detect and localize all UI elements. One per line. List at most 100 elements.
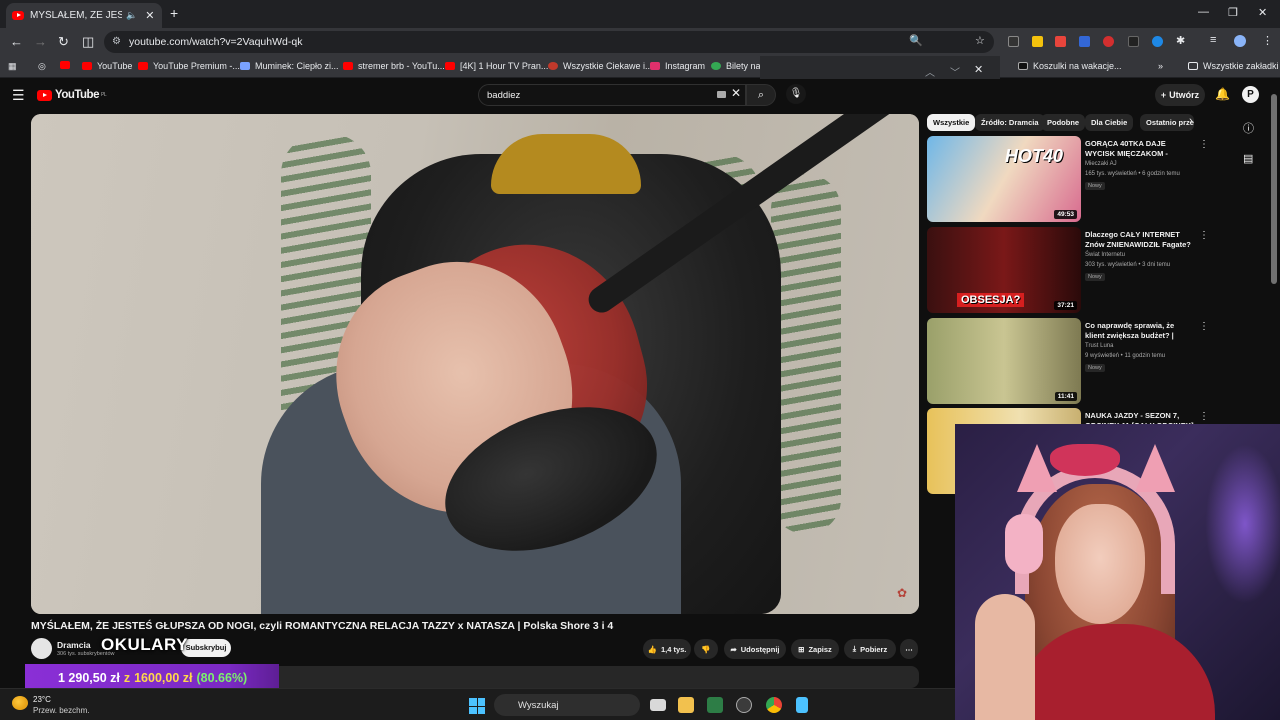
recommendation-item[interactable]: 11:41 Co naprawdę sprawia, że klient zwi… [927,318,1217,404]
extension-icon[interactable] [1008,36,1019,47]
recommendation-channel[interactable]: Mieczaki AJ [1085,161,1117,167]
chip-source[interactable]: Źródło: Dramcia [975,114,1045,131]
video-thumbnail[interactable]: OBSESJA? 37:21 [927,227,1081,313]
voice-search-icon[interactable]: 🎙 [786,84,806,104]
task-view-icon[interactable] [650,699,666,711]
channel-watermark-icon[interactable]: ✿ [897,586,907,600]
bookmark-item[interactable]: YouTube Premium -... [138,61,240,71]
bookmark-star-icon[interactable]: ☆ [975,34,985,47]
keyboard-icon[interactable] [717,91,726,98]
save-button[interactable]: ⊞ Zapisz [791,639,839,659]
bookmark-item[interactable] [60,61,75,69]
maximize-button[interactable]: ❐ [1228,6,1238,19]
extension-icon[interactable] [1079,36,1090,47]
info-icon[interactable]: ⓘ [1243,120,1254,136]
extension-icon[interactable] [1032,36,1043,47]
find-next-icon[interactable]: ﹀ [950,64,960,79]
side-panel-icon[interactable]: ◫ [82,34,94,50]
bookmark-item[interactable]: YouTube [82,61,132,71]
find-prev-icon[interactable]: ︿ [925,64,935,79]
bookmark-item[interactable]: stremer brb - YouTu... [343,61,445,71]
apps-grid-icon[interactable]: ▦ [8,61,17,72]
more-bookmarks-icon[interactable]: » [1158,61,1163,71]
download-button[interactable]: ⤓ Pobierz [844,639,896,659]
bookmark-item[interactable]: Wszystkie zakładki [1188,61,1279,71]
subscribe-button[interactable]: Subskrybuj [181,639,231,657]
bookmark-item[interactable]: Koszulki na wakacje... [1018,61,1122,71]
channel-avatar[interactable] [31,638,52,659]
back-icon[interactable]: ← [10,34,23,49]
extension-icon[interactable] [1055,36,1066,47]
chat-icon[interactable]: ▤ [1243,152,1253,165]
profile-icon[interactable] [1234,35,1246,47]
chip-recent[interactable]: Ostatnio prze [1140,114,1194,131]
channel-name[interactable]: Dramcia [57,640,91,650]
weather-description[interactable]: Przew. bezchm. [33,706,89,715]
recommendation-channel[interactable]: Świat Internetu [1085,252,1125,258]
share-button[interactable]: ➦ Udostępnij [724,639,786,659]
close-tab-icon[interactable]: ✕ [145,9,154,22]
speaker-icon[interactable]: 🔈 [126,10,137,21]
recommendation-item[interactable]: HOT40 49:53 GORĄCA 40TKA DAJE WYCISK MIĘ… [927,136,1217,222]
taskbar-search[interactable]: Wyszukaj [494,694,640,716]
search-input[interactable]: baddiez [478,84,746,106]
recommendation-item[interactable]: OBSESJA? 37:21 Dlaczego CAŁY INTERNET Zn… [927,227,1217,313]
close-window-button[interactable]: ✕ [1258,6,1267,19]
more-actions-button[interactable]: ⋯ [900,639,918,659]
bookmark-item[interactable]: [4K] 1 Hour TV Pran... [445,61,548,71]
site-info-icon[interactable]: ⚙ [112,36,121,47]
zoom-icon[interactable]: 🔍 [909,34,923,47]
forward-icon[interactable]: → [34,34,47,49]
weather-temperature[interactable]: 23°C [33,695,51,704]
search-button[interactable]: ⌕ [746,84,776,106]
like-button[interactable]: 👍 1,4 tys. [643,639,691,659]
chip-for-you[interactable]: Dla Ciebie [1085,114,1134,131]
bookmark-item[interactable]: Wszystkie Ciekawe i... [548,61,653,71]
bookmark-item[interactable]: Muminek: Ciepło zi... [240,61,339,71]
find-close-icon[interactable]: ✕ [974,63,983,76]
logo-text: YouTube [55,89,99,101]
account-avatar[interactable]: P [1242,86,1259,103]
clear-search-icon[interactable]: ✕ [731,86,741,100]
windows-start-icon[interactable] [469,698,485,714]
menu-kebab-icon[interactable]: ⋮ [1262,34,1273,47]
new-tab-button[interactable]: + [170,5,178,21]
extension-icon[interactable] [1152,36,1163,47]
more-options-icon[interactable]: ⋮ [1199,411,1209,422]
youtube-logo[interactable]: YouTube PL [37,89,107,101]
reload-icon[interactable]: ↻ [58,34,69,50]
notifications-bell-icon[interactable]: 🔔 [1215,87,1230,101]
bookmark-item[interactable]: Instagram [650,61,705,71]
chrome-icon[interactable] [766,697,782,713]
recommendation-title: Co naprawdę sprawia, że klient zwiększa … [1085,321,1175,340]
extension-icon[interactable] [1103,36,1114,47]
video-player[interactable]: ✿ [31,114,919,614]
extensions-puzzle-icon[interactable]: ✱ [1176,34,1185,47]
more-options-icon[interactable]: ⋮ [1199,321,1209,332]
browser-tab[interactable]: MYŚLAŁEM, ŻE JESTEŚ GŁUPSZA 🔈 ✕ [6,3,162,28]
notepad-icon[interactable] [796,697,808,713]
chip-all[interactable]: Wszystkie [927,114,976,131]
weather-icon[interactable] [12,696,28,710]
recommendation-channel[interactable]: Trust Luna [1085,343,1113,349]
bookmark-item[interactable]: Bilety na [711,61,761,71]
more-options-icon[interactable]: ⋮ [1199,139,1209,150]
dislike-button[interactable]: 👎 [694,639,718,659]
recommendation-meta: 165 tys. wyświetleń • 6 godzin temu [1085,171,1180,177]
app-icon[interactable] [736,697,752,713]
video-thumbnail[interactable]: 11:41 [927,318,1081,404]
video-thumbnail[interactable]: HOT40 49:53 [927,136,1081,222]
minimize-button[interactable]: — [1198,6,1209,18]
bookmark-icon[interactable]: ◎ [38,61,46,72]
address-bar[interactable]: ⚙ youtube.com/watch?v=2VaquhWd-qk [104,31,994,53]
media-control-icon[interactable]: ≡ [1210,34,1216,46]
menu-icon[interactable]: ☰ [12,87,25,104]
file-explorer-icon[interactable] [678,697,694,713]
chevron-right-icon[interactable]: › [1189,115,1193,127]
chip-similar[interactable]: Podobne [1041,114,1086,131]
scrollbar-thumb[interactable] [1271,94,1277,284]
more-options-icon[interactable]: ⋮ [1199,230,1209,241]
create-button[interactable]: + Utwórz [1155,84,1205,106]
store-icon[interactable] [707,697,723,713]
extension-icon[interactable] [1128,36,1139,47]
